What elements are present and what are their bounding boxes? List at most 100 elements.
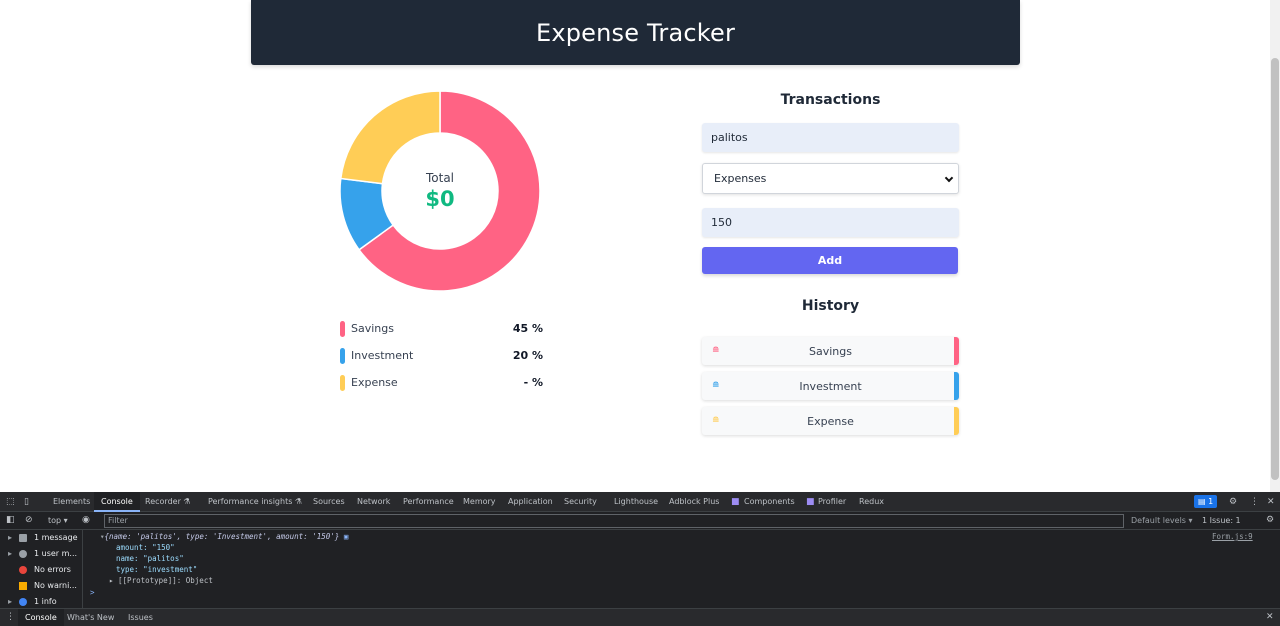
donut-slice-expense[interactable] bbox=[339, 90, 441, 185]
console-source-link[interactable]: Form.js:9 bbox=[1212, 532, 1253, 541]
tab-network[interactable]: Network bbox=[357, 492, 390, 512]
tab-elements[interactable]: Elements bbox=[53, 492, 90, 512]
legend-row-investment: Investment 20 % bbox=[340, 342, 543, 369]
sidebar-messages[interactable]: ▸ 1 message bbox=[0, 530, 82, 546]
console-sidebar: ▸ 1 message ▸ 1 user m... No errors No war… bbox=[0, 530, 83, 608]
legend-name: Expense bbox=[351, 376, 398, 389]
console-output: ▾{name: 'palitos', type: 'Investment', a… bbox=[84, 530, 1280, 608]
console-toolbar: ◧ ⊘ top ▾ ◉ Filter Default levels ▾ 1 Is… bbox=[0, 512, 1280, 530]
more-icon[interactable]: ⋮ bbox=[1250, 497, 1259, 507]
chart-center-label: Total bbox=[425, 171, 455, 185]
drawer-tab-console[interactable]: Console bbox=[18, 609, 64, 626]
tab-sources[interactable]: Sources bbox=[313, 492, 345, 512]
error-icon bbox=[19, 566, 27, 574]
tab-performance-insights[interactable]: Performance insights ⚗ bbox=[208, 492, 302, 512]
page-title: Expense Tracker bbox=[535, 18, 736, 47]
type-select-value: Expenses bbox=[714, 172, 767, 185]
drawer-tab-issues[interactable]: Issues bbox=[128, 609, 153, 626]
console-prototype-text: [[Prototype]]: Object bbox=[118, 576, 213, 585]
issues-button[interactable]: 1 Issue: 1 bbox=[1202, 512, 1241, 530]
history-item-savings: ≘ Savings bbox=[702, 337, 959, 365]
close-icon[interactable]: ✕ bbox=[1267, 497, 1275, 507]
app-root: Expense Tracker Total $0 Savings 45 % In… bbox=[0, 0, 1280, 626]
default-levels-value: Default levels bbox=[1131, 516, 1186, 525]
message-badge-count: 1 bbox=[1208, 497, 1214, 506]
transactions-form: Transactions palitos Expenses 150 Add bbox=[702, 88, 959, 274]
donut-chart: Total $0 bbox=[339, 90, 541, 292]
history-item-name: Savings bbox=[809, 344, 852, 358]
tab-performance[interactable]: Performance bbox=[403, 492, 454, 512]
history-color-bar bbox=[954, 407, 959, 435]
legend-swatch bbox=[340, 347, 345, 364]
name-input[interactable]: palitos bbox=[702, 123, 959, 152]
history-item-expense: ≘ Expense bbox=[702, 407, 959, 435]
legend-name: Savings bbox=[351, 322, 394, 335]
chevron-down-icon bbox=[944, 173, 954, 183]
expand-icon: ▸ bbox=[8, 533, 13, 542]
tab-lighthouse[interactable]: Lighthouse bbox=[614, 492, 658, 512]
console-prototype[interactable]: ▸ [[Prototype]]: Object bbox=[109, 576, 213, 585]
legend-value: 45 % bbox=[512, 322, 543, 335]
tab-profiler[interactable]: Profiler bbox=[818, 492, 846, 512]
scrollbar-thumb[interactable] bbox=[1271, 58, 1279, 480]
inspect-icon[interactable]: ⬚ bbox=[6, 497, 15, 507]
console-object-line[interactable]: ▾{name: 'palitos', type: 'Investment', a… bbox=[100, 532, 348, 541]
sidebar-errors[interactable]: No errors bbox=[0, 562, 82, 578]
react-icon: ■ bbox=[806, 497, 815, 507]
tab-recorder[interactable]: Recorder ⚗ bbox=[145, 492, 191, 512]
tab-adblock-plus[interactable]: Adblock Plus bbox=[669, 492, 719, 512]
chart-legend: Savings 45 % Investment 20 % Expense - % bbox=[340, 315, 543, 396]
sidebar-toggle-icon[interactable]: ◧ bbox=[6, 515, 15, 525]
legend-value: 20 % bbox=[512, 349, 543, 362]
list-icon bbox=[19, 534, 27, 542]
legend-swatch bbox=[340, 320, 345, 337]
transactions-title: Transactions bbox=[780, 92, 881, 108]
tab-components[interactable]: Components bbox=[744, 492, 795, 512]
gear-icon[interactable]: ⚙ bbox=[1266, 515, 1274, 525]
eye-icon[interactable]: ◉ bbox=[82, 515, 90, 525]
tab-redux[interactable]: Redux bbox=[859, 492, 884, 512]
chart-center-value: $0 bbox=[425, 187, 455, 211]
drawer-tab-whats-new[interactable]: What's New bbox=[67, 609, 114, 626]
info-icon bbox=[19, 598, 27, 606]
history-item-investment: ≘ Investment bbox=[702, 372, 959, 400]
tab-application[interactable]: Application bbox=[508, 492, 553, 512]
clear-console-icon[interactable]: ⊘ bbox=[25, 515, 33, 525]
close-icon[interactable]: ✕ bbox=[1266, 612, 1274, 622]
drawer-tabs: ⋮ Console What's New Issues ✕ bbox=[0, 608, 1280, 626]
context-select-value: top bbox=[48, 516, 62, 525]
filter-input[interactable]: Filter bbox=[104, 514, 1124, 528]
user-icon bbox=[19, 550, 27, 558]
device-toggle-icon[interactable]: ▯ bbox=[24, 497, 29, 507]
amount-input[interactable]: 150 bbox=[702, 208, 959, 237]
context-select[interactable]: top ▾ bbox=[48, 512, 68, 530]
devtools-panel: ⬚ ▯ Elements Console Recorder ⚗ Performa… bbox=[0, 492, 1280, 626]
message-badge[interactable]: ▤ 1 bbox=[1194, 495, 1218, 508]
info-badge-icon: ▣ bbox=[343, 532, 349, 541]
history-item-name: Investment bbox=[799, 379, 862, 393]
trash-icon[interactable]: ≘ bbox=[712, 346, 720, 356]
tab-memory[interactable]: Memory bbox=[463, 492, 496, 512]
sidebar-user-messages[interactable]: ▸ 1 user m... bbox=[0, 546, 82, 562]
trash-icon[interactable]: ≘ bbox=[712, 381, 720, 391]
history-item-name: Expense bbox=[807, 414, 854, 428]
history-color-bar bbox=[954, 337, 959, 365]
more-icon[interactable]: ⋮ bbox=[6, 612, 15, 622]
console-type: type: "investment" bbox=[116, 565, 198, 574]
history-title: History bbox=[801, 298, 860, 314]
gear-icon[interactable]: ⚙ bbox=[1229, 497, 1237, 507]
history-list: ≘ Savings ≘ Investment ≘ Expense bbox=[702, 337, 959, 442]
expand-icon: ▸ bbox=[8, 549, 13, 558]
sidebar-label: No warni... bbox=[34, 581, 77, 590]
tab-security[interactable]: Security bbox=[564, 492, 597, 512]
console-prompt[interactable]: > bbox=[90, 588, 95, 597]
trash-icon[interactable]: ≘ bbox=[712, 416, 720, 426]
tab-console[interactable]: Console bbox=[94, 492, 140, 512]
legend-name: Investment bbox=[351, 349, 414, 362]
legend-row-expense: Expense - % bbox=[340, 369, 543, 396]
sidebar-warnings[interactable]: No warni... bbox=[0, 578, 82, 594]
type-select[interactable]: Expenses bbox=[702, 163, 959, 194]
add-button[interactable]: Add bbox=[702, 247, 958, 274]
page-scrollbar[interactable] bbox=[1270, 0, 1280, 492]
default-levels-select[interactable]: Default levels ▾ bbox=[1131, 512, 1193, 530]
